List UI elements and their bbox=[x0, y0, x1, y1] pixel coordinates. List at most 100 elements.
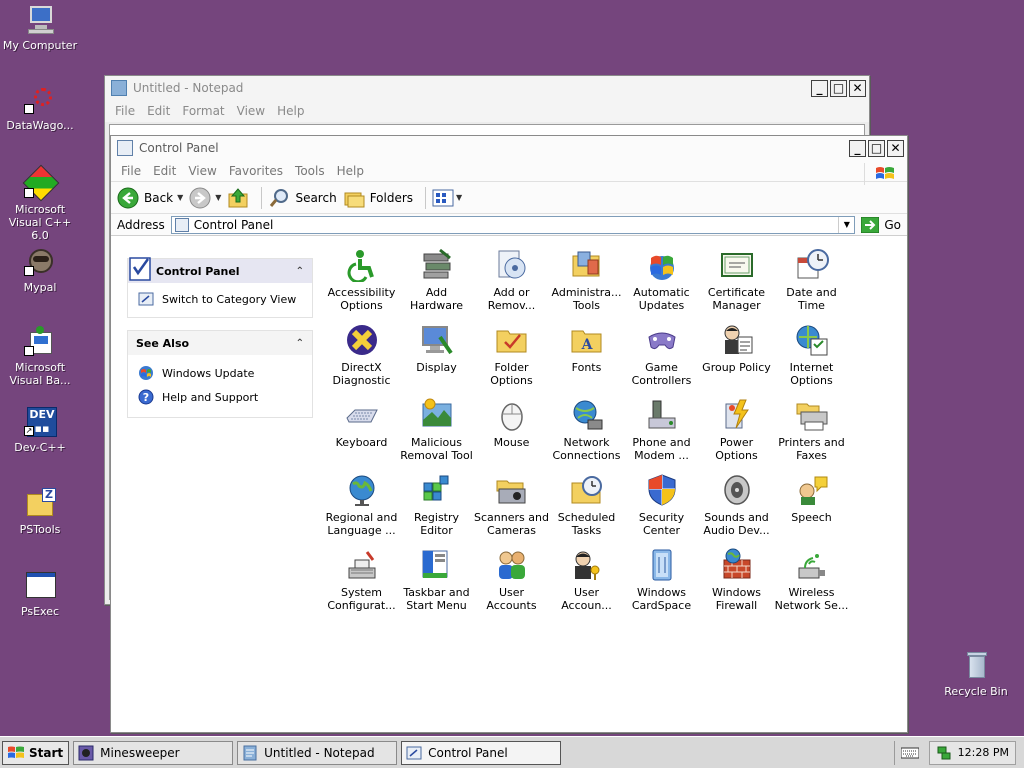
applet-add-hardware[interactable]: Add Hardware bbox=[399, 246, 474, 321]
recycle-bin-icon bbox=[960, 650, 992, 682]
applet-printers-faxes[interactable]: Printers and Faxes bbox=[774, 396, 849, 471]
applet-sounds-audio[interactable]: Sounds and Audio Dev... bbox=[699, 471, 774, 546]
notepad-titlebar[interactable]: Untitled - Notepad _ □ ✕ bbox=[105, 76, 869, 100]
clock-area[interactable]: 12:28 PM bbox=[928, 740, 1016, 765]
cardspace-icon bbox=[652, 549, 671, 581]
taskbar-item-control-panel[interactable]: Control Panel bbox=[401, 740, 562, 765]
applet-automatic-updates[interactable]: Automatic Updates bbox=[624, 246, 699, 321]
menu-tools[interactable]: Tools bbox=[289, 164, 331, 178]
desktop-icon-my-computer[interactable]: My Computer bbox=[2, 4, 78, 52]
applet-user-accounts[interactable]: User Accounts bbox=[474, 546, 549, 621]
applet-registry-editor[interactable]: Registry Editor bbox=[399, 471, 474, 546]
desktop-icon-mypal[interactable]: ↗ Mypal bbox=[2, 246, 78, 294]
address-input[interactable]: Control Panel ▼ bbox=[170, 215, 856, 234]
maximize-button[interactable]: □ bbox=[868, 139, 885, 157]
applet-regional-language[interactable]: Regional and Language ... bbox=[324, 471, 399, 546]
applet-game-controllers[interactable]: Game Controllers bbox=[624, 321, 699, 396]
applet-keyboard[interactable]: Keyboard bbox=[324, 396, 399, 471]
control-panel-toolbar: Back ▼ ▼ Search Folders ▼ bbox=[111, 182, 907, 214]
applet-display[interactable]: Display bbox=[399, 321, 474, 396]
address-dropdown-button[interactable]: ▼ bbox=[838, 216, 854, 233]
desktop-icon-devcpp[interactable]: DEV ▪▪ ↗ Dev-C++ bbox=[2, 406, 78, 454]
applet-user-accounts-2[interactable]: User Accoun... bbox=[549, 546, 624, 621]
applet-internet-options[interactable]: Internet Options bbox=[774, 321, 849, 396]
applet-phone-modem[interactable]: Phone and Modem ... bbox=[624, 396, 699, 471]
address-label: Address bbox=[117, 217, 165, 232]
menu-help[interactable]: Help bbox=[331, 164, 370, 178]
chevron-down-icon[interactable]: ▼ bbox=[456, 193, 462, 202]
menu-edit[interactable]: Edit bbox=[141, 104, 176, 118]
menu-format[interactable]: Format bbox=[176, 104, 230, 118]
applet-taskbar-start-menu[interactable]: Taskbar and Start Menu bbox=[399, 546, 474, 621]
applet-mouse[interactable]: Mouse bbox=[474, 396, 549, 471]
switch-category-view-link[interactable]: Switch to Category View bbox=[128, 283, 312, 317]
menu-edit[interactable]: Edit bbox=[147, 164, 182, 178]
back-button[interactable]: Back ▼ bbox=[117, 187, 183, 209]
close-button[interactable]: ✕ bbox=[887, 139, 904, 157]
applet-speech[interactable]: Speech bbox=[774, 471, 849, 546]
go-button[interactable]: Go bbox=[861, 216, 901, 233]
keyboard-tray-icon[interactable] bbox=[900, 747, 919, 759]
folders-button[interactable]: Folders bbox=[343, 187, 413, 209]
applet-scheduled-tasks[interactable]: Scheduled Tasks bbox=[549, 471, 624, 546]
menu-favorites[interactable]: Favorites bbox=[223, 164, 289, 178]
applet-wireless-network[interactable]: Wireless Network Se... bbox=[774, 546, 849, 621]
minimize-button[interactable]: _ bbox=[849, 139, 866, 157]
desktop-icon-pstools[interactable]: Z PSTools bbox=[2, 488, 78, 536]
regional-icon bbox=[349, 475, 374, 506]
chevron-down-icon[interactable]: ▼ bbox=[177, 193, 183, 202]
user-accounts-2-icon bbox=[574, 551, 599, 580]
maximize-button[interactable]: □ bbox=[830, 79, 847, 97]
applet-fonts[interactable]: A Fonts bbox=[549, 321, 624, 396]
applet-add-remove-programs[interactable]: Add or Remov... bbox=[474, 246, 549, 321]
applet-scanners-cameras[interactable]: Scanners and Cameras bbox=[474, 471, 549, 546]
menu-file[interactable]: File bbox=[109, 104, 141, 118]
minimize-button[interactable]: _ bbox=[811, 79, 828, 97]
control-panel-window[interactable]: Control Panel _ □ ✕ File Edit View Favor… bbox=[110, 135, 908, 733]
applet-malicious-removal-tool[interactable]: Malicious Removal Tool bbox=[399, 396, 474, 471]
menu-file[interactable]: File bbox=[115, 164, 147, 178]
windows-update-link[interactable]: Windows Update bbox=[128, 361, 312, 385]
applet-windows-firewall[interactable]: Windows Firewall bbox=[699, 546, 774, 621]
applet-date-time[interactable]: Date and Time bbox=[774, 246, 849, 321]
applet-administrative-tools[interactable]: Administra... Tools bbox=[549, 246, 624, 321]
desktop-icon-visual-cpp[interactable]: ↗ Microsoft Visual C++ 6.0 bbox=[2, 164, 78, 242]
menu-view[interactable]: View bbox=[231, 104, 271, 118]
applet-group-policy[interactable]: Group Policy bbox=[699, 321, 774, 396]
menu-help[interactable]: Help bbox=[271, 104, 310, 118]
applet-folder-options[interactable]: Folder Options bbox=[474, 321, 549, 396]
applet-network-connections[interactable]: Network Connections bbox=[549, 396, 624, 471]
applet-directx-diagnostic[interactable]: DirectX Diagnostic bbox=[324, 321, 399, 396]
applet-certificate-manager[interactable]: Certificate Manager bbox=[699, 246, 774, 321]
desktop-icon-datawago[interactable]: ↗ DataWago... bbox=[2, 84, 78, 132]
applet-system-configuration[interactable]: System Configurat... bbox=[324, 546, 399, 621]
applet-accessibility-options[interactable]: Accessibility Options bbox=[324, 246, 399, 321]
help-support-link[interactable]: ? Help and Support bbox=[128, 385, 312, 409]
menu-view[interactable]: View bbox=[182, 164, 222, 178]
applet-power-options[interactable]: Power Options bbox=[699, 396, 774, 471]
desktop-icon-visual-basic[interactable]: ↗ Microsoft Visual Ba... bbox=[2, 326, 78, 387]
close-button[interactable]: ✕ bbox=[849, 79, 866, 97]
see-also-pane-header[interactable]: See Also ⌃ bbox=[128, 331, 312, 355]
control-panel-titlebar[interactable]: Control Panel _ □ ✕ bbox=[111, 136, 907, 160]
start-button[interactable]: Start bbox=[2, 740, 70, 765]
taskbar-item-minesweeper[interactable]: Minesweeper bbox=[73, 740, 234, 765]
control-panel-pane-header[interactable]: Control Panel ⌃ bbox=[128, 257, 312, 283]
chevron-down-icon[interactable]: ▼ bbox=[215, 193, 221, 202]
switch-view-icon bbox=[138, 292, 154, 306]
up-folder-button[interactable] bbox=[227, 187, 249, 209]
forward-button[interactable]: ▼ bbox=[189, 187, 221, 209]
search-button[interactable]: Search bbox=[268, 187, 337, 209]
add-remove-icon bbox=[498, 250, 525, 279]
collapse-chevron-icon[interactable]: ⌃ bbox=[296, 338, 304, 349]
desktop-icon-label: Microsoft Visual C++ 6.0 bbox=[8, 203, 72, 242]
collapse-chevron-icon[interactable]: ⌃ bbox=[296, 266, 304, 277]
applet-security-center[interactable]: Security Center bbox=[624, 471, 699, 546]
taskbar-item-notepad[interactable]: Untitled - Notepad bbox=[237, 740, 398, 765]
applet-windows-cardspace[interactable]: Windows CardSpace bbox=[624, 546, 699, 621]
internet-options-icon bbox=[796, 325, 827, 356]
desktop-icon-psexec[interactable]: PsExec bbox=[2, 570, 78, 618]
desktop-icon-recycle-bin[interactable]: Recycle Bin bbox=[938, 650, 1014, 698]
views-button[interactable]: ▼ bbox=[432, 188, 462, 208]
applet-grid: Accessibility Options Add Hardware Add o… bbox=[324, 246, 849, 621]
